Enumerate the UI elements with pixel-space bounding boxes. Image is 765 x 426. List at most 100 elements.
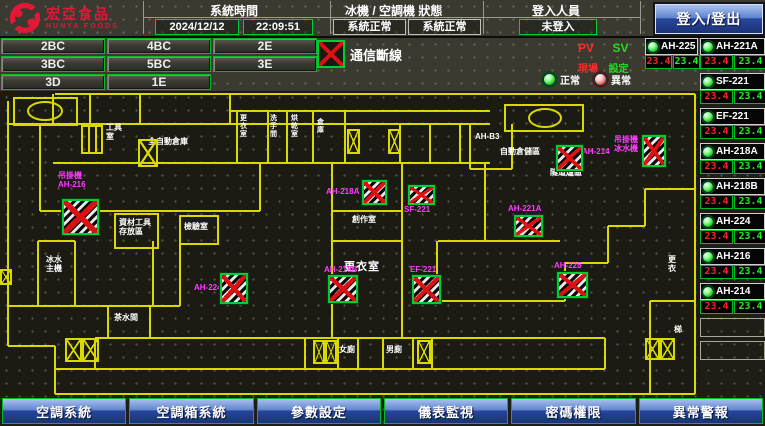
unit-name-label: EF-221 <box>716 111 749 122</box>
unit-ah-218a[interactable]: AH-218A <box>700 143 765 160</box>
equipment-comm-fail-icon[interactable] <box>62 199 99 235</box>
legend-abnormal: 異常 <box>594 72 631 87</box>
equipment-comm-fail-icon[interactable] <box>220 273 248 304</box>
unit-ah-224-sv-value: 23.4 <box>734 230 765 244</box>
map-room-label: 創作室 <box>352 215 376 224</box>
login-logout-button[interactable]: 登入/登出 <box>655 4 763 34</box>
unit-ah-218a-pv-value: 23.4 <box>700 160 733 174</box>
unit-ah-225-pv-value: 23.4 <box>645 55 672 69</box>
map-room-label: 倉 庫 <box>317 119 324 135</box>
unit-led-icon <box>702 251 714 263</box>
header-bar: 宏亞食品 HUNYA FOODS 系統時間 2024/12/12 22:09:5… <box>0 0 765 38</box>
floor-button-4bc[interactable]: 4BC <box>107 38 211 54</box>
comm-fail-label: 通信斷線 <box>350 45 402 64</box>
unit-sf-221-pv-value: 23.4 <box>700 90 733 104</box>
map-equipment-label: 吊掛機 AH-216 <box>58 171 86 189</box>
equipment-comm-fail-icon[interactable] <box>328 275 358 303</box>
stairwell-x-icon <box>347 129 360 154</box>
floor-button-5bc[interactable]: 5BC <box>107 56 211 72</box>
map-room-label: 女廁 <box>339 345 355 354</box>
floor-button-3d[interactable]: 3D <box>1 74 105 90</box>
floor-button-2e[interactable]: 2E <box>213 38 317 54</box>
normal-label: 正常 <box>560 72 580 87</box>
map-room-label: 資材工具 存放區 <box>119 218 151 236</box>
tab-button-6[interactable]: 異常警報 <box>639 398 763 424</box>
map-equipment-label: AH-225 <box>554 261 582 270</box>
state-legend: 正常 異常 <box>543 72 631 87</box>
equipment-comm-fail-icon[interactable] <box>514 215 543 237</box>
unit-ah-216-sv-value: 23.4 <box>734 265 765 279</box>
company-logo: 宏亞食品 HUNYA FOODS <box>8 2 119 34</box>
unit-ah-214-sv-value: 23.4 <box>734 300 765 314</box>
equipment-comm-fail-icon[interactable] <box>556 145 583 171</box>
floor-button-3bc[interactable]: 3BC <box>1 56 105 72</box>
comm-fail-icon <box>317 40 345 68</box>
unit-status-panel: AH-22523.423.4AH-221A23.423.4SF-22123.42… <box>645 38 765 368</box>
equipment-comm-fail-icon[interactable] <box>408 185 435 205</box>
equipment-comm-fail-icon[interactable] <box>557 272 588 298</box>
unit-ah-221a[interactable]: AH-221A <box>700 38 765 55</box>
abnormal-led-icon <box>594 73 607 86</box>
map-room-label: 檢驗室 <box>184 222 208 231</box>
map-equipment-label: AH-224 <box>194 283 222 292</box>
map-room-label: 烘 乾 室 <box>291 115 298 139</box>
unit-led-icon <box>702 76 714 88</box>
unit-sf-221-sv-value: 23.4 <box>734 90 765 104</box>
map-room-label: 洗 手 間 <box>270 115 277 139</box>
unit-led-icon <box>702 181 714 193</box>
map-equipment-label: SF-221 <box>404 205 430 214</box>
map-room-label: 更 衣 室 <box>240 115 247 139</box>
normal-led-icon <box>543 73 556 86</box>
unit-sf-221[interactable]: SF-221 <box>700 73 765 90</box>
unit-ah-218b-pv-value: 23.4 <box>700 195 733 209</box>
map-equipment-label: AH-221A <box>508 204 541 213</box>
unit-ah-225[interactable]: AH-225 <box>645 38 698 55</box>
unit-led-icon <box>702 41 714 53</box>
unit-ah-218b[interactable]: AH-218B <box>700 178 765 195</box>
bottom-tab-bar: 空調系統空調箱系統參數設定儀表監視密碼權限異常警報 <box>0 398 765 424</box>
header-separator <box>640 1 641 34</box>
stairwell-x-icon <box>0 269 12 285</box>
map-room-label: 男廁 <box>386 345 402 354</box>
unit-ah-218a-sv-value: 23.4 <box>734 160 765 174</box>
stairwell-x-icon <box>65 338 82 362</box>
unit-empty-slot-2 <box>700 341 765 360</box>
stairwell-x-icon <box>82 338 99 362</box>
floor-button-2bc[interactable]: 2BC <box>1 38 105 54</box>
unit-name-label: AH-221A <box>716 41 758 52</box>
unit-led-icon <box>702 146 714 158</box>
tab-button-4[interactable]: 儀表監視 <box>384 398 508 424</box>
floor-button-1e[interactable]: 1E <box>107 74 211 90</box>
stairwell-x-icon <box>138 139 158 167</box>
unit-ah-224-pv-value: 23.4 <box>700 230 733 244</box>
tab-button-1[interactable]: 空調系統 <box>2 398 126 424</box>
logo-name-cn: 宏亞食品 <box>46 7 119 21</box>
unit-ah-221a-sv-value: 23.4 <box>734 55 765 69</box>
logo-name-en: HUNYA FOODS <box>46 23 119 30</box>
unit-ah-216[interactable]: AH-216 <box>700 248 765 265</box>
sv-label: SV <box>612 41 628 55</box>
map-equipment-label: AH-218A <box>326 187 359 196</box>
floor-button-3e[interactable]: 3E <box>213 56 317 72</box>
map-room-label: AH-B3 <box>475 132 499 141</box>
equipment-comm-fail-icon[interactable] <box>362 180 387 205</box>
chiller-status-value: 系統正常 <box>333 19 406 35</box>
login-user-label: 登入人員 <box>532 2 580 19</box>
unit-empty-slot-1 <box>700 318 765 337</box>
unit-ah-214[interactable]: AH-214 <box>700 283 765 300</box>
unit-ah-216-pv-value: 23.4 <box>700 265 733 279</box>
tab-button-5[interactable]: 密碼權限 <box>511 398 635 424</box>
unit-led-icon <box>702 111 714 123</box>
tab-button-2[interactable]: 空調箱系統 <box>129 398 253 424</box>
unit-led-icon <box>647 41 659 53</box>
pv-label: PV <box>578 41 594 55</box>
unit-ah-214-pv-value: 23.4 <box>700 300 733 314</box>
unit-ah-224[interactable]: AH-224 <box>700 213 765 230</box>
unit-name-label: AH-224 <box>716 216 750 227</box>
unit-led-icon <box>702 286 714 298</box>
unit-name-label: AH-218A <box>716 146 758 157</box>
equipment-comm-fail-icon[interactable] <box>412 275 441 304</box>
unit-ef-221[interactable]: EF-221 <box>700 108 765 125</box>
tab-button-3[interactable]: 參數設定 <box>257 398 381 424</box>
unit-name-label: AH-214 <box>716 286 750 297</box>
